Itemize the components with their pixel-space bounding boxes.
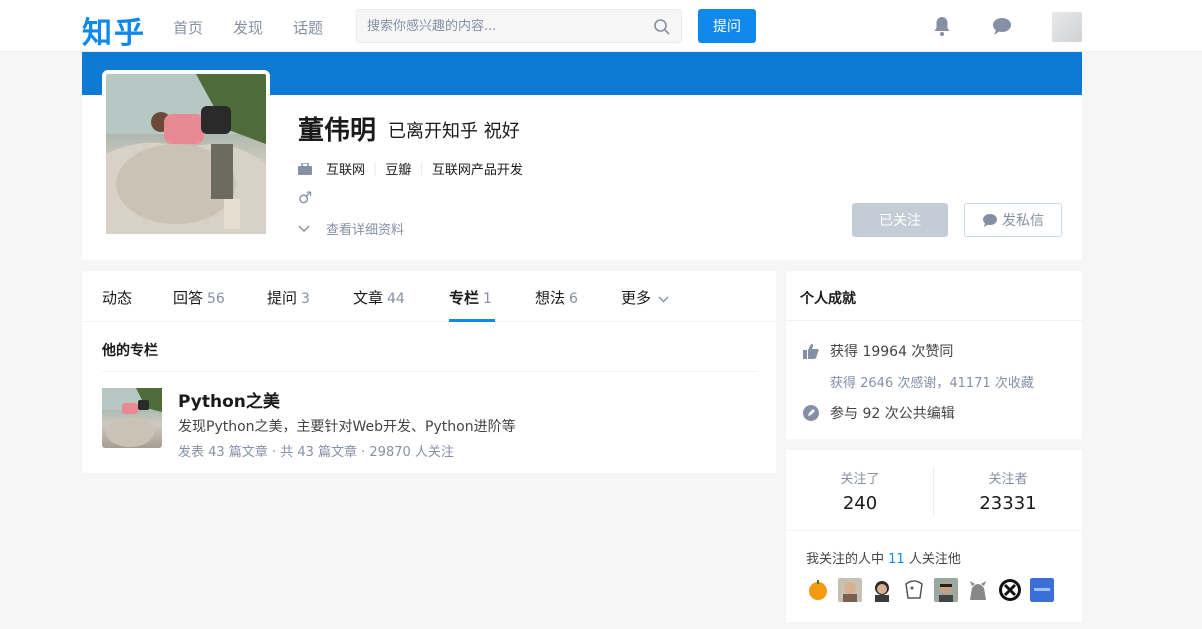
profile-company: 豆瓣 <box>385 163 412 178</box>
achievements-title: 个人成就 <box>800 291 856 307</box>
column-description: 发现Python之美，主要针对Web开发、Python进阶等 <box>178 419 516 435</box>
send-message-button[interactable]: 发私信 <box>964 203 1062 237</box>
profile-headline: 已离开知乎 祝好 <box>388 121 520 142</box>
following-stat[interactable]: 关注了 240 <box>786 468 934 514</box>
send-message-label: 发私信 <box>1002 213 1044 229</box>
ask-button[interactable]: 提问 <box>698 9 756 43</box>
tab-questions[interactable]: 提问 3 <box>267 287 310 308</box>
tab-answers[interactable]: 回答 56 <box>173 287 225 308</box>
follow-card: 关注了 240 关注者 23331 我关注的人中 11 人关注他 <box>786 450 1082 622</box>
profile-industry: 互联网 <box>326 163 366 178</box>
profile-job: 互联网产品开发 <box>431 163 523 178</box>
divider <box>786 320 1082 321</box>
divider <box>786 530 1082 531</box>
followers-count: 23331 <box>979 493 1037 514</box>
main-card: 动态 回答 56 提问 3 文章 44 专栏 1 想法 6 更多 他的专栏 Python之… <box>82 271 776 473</box>
separator: | <box>419 161 424 176</box>
search-input[interactable] <box>357 10 637 42</box>
column-meta: 发表 43 篇文章 · 共 43 篇文章 · 29870 人关注 <box>178 445 454 460</box>
profile-avatar <box>102 70 270 238</box>
bell-icon[interactable] <box>930 14 954 38</box>
thumbs-up-icon <box>803 343 819 359</box>
nav-home[interactable]: 首页 <box>173 17 203 38</box>
profile-photo <box>106 74 266 234</box>
achievements-card: 个人成就 获得 19964 次赞同 获得 2646 次感谢，41171 次收藏 … <box>786 271 1082 439</box>
profile-name: 董伟明 <box>298 116 377 146</box>
followers-label: 关注者 <box>988 472 1028 487</box>
view-details-link[interactable]: 查看详细资料 <box>298 219 404 238</box>
profile-work-row: 互联网 | 豆瓣 | 互联网产品开发 <box>298 159 523 178</box>
nav-discover[interactable]: 发现 <box>233 17 263 38</box>
view-details-label: 查看详细资料 <box>326 223 405 238</box>
columns-section-title: 他的专栏 <box>102 343 158 359</box>
mutual-avatars <box>806 578 1054 602</box>
tab-more[interactable]: 更多 <box>621 287 669 308</box>
avatar[interactable] <box>838 578 862 602</box>
tab-columns[interactable]: 专栏 1 <box>449 287 492 308</box>
briefcase-icon <box>298 162 312 175</box>
avatar[interactable] <box>1030 578 1054 602</box>
column-thumbnail[interactable] <box>102 388 162 448</box>
thanks-text: 获得 2646 次感谢，41171 次收藏 <box>830 376 1034 391</box>
active-tab-indicator <box>449 319 495 322</box>
avatar[interactable] <box>870 578 894 602</box>
followers-stat[interactable]: 关注者 23331 <box>934 468 1082 514</box>
user-avatar[interactable] <box>1052 12 1082 42</box>
tab-articles[interactable]: 文章 44 <box>353 287 405 308</box>
gender-icon: ♂ <box>298 188 313 207</box>
column-thumbnail-image <box>102 388 162 447</box>
avatar[interactable] <box>966 578 990 602</box>
search-box <box>356 9 682 43</box>
search-icon[interactable] <box>653 18 671 36</box>
achievement-likes: 获得 19964 次赞同 <box>802 341 953 361</box>
following-label: 关注了 <box>840 472 880 487</box>
avatar[interactable] <box>902 578 926 602</box>
separator: | <box>373 161 378 176</box>
edit-icon <box>803 405 819 421</box>
profile-header: 董伟明 已离开知乎 祝好 互联网 | 豆瓣 | 互联网产品开发 ♂ 查看详细资料… <box>82 52 1082 260</box>
tab-thoughts[interactable]: 想法 6 <box>535 287 578 308</box>
avatar[interactable] <box>806 578 830 602</box>
mutual-count[interactable]: 11 <box>888 552 905 567</box>
profile-tabs: 动态 回答 56 提问 3 文章 44 专栏 1 想法 6 更多 <box>82 271 776 322</box>
message-icon <box>983 214 997 227</box>
nav-topics[interactable]: 话题 <box>293 17 323 38</box>
column-title[interactable]: Python之美 <box>178 387 280 412</box>
message-icon[interactable] <box>990 14 1014 38</box>
mutual-followers-text: 我关注的人中 11 人关注他 <box>806 552 961 567</box>
tab-activity[interactable]: 动态 <box>102 287 132 308</box>
top-nav: 知乎 首页 发现 话题 提问 <box>0 0 1202 52</box>
following-count: 240 <box>842 493 878 514</box>
achievement-edits: 参与 92 次公共编辑 <box>802 403 955 423</box>
likes-text: 获得 19964 次赞同 <box>830 344 954 360</box>
chevron-down-icon <box>658 296 669 303</box>
avatar[interactable] <box>934 578 958 602</box>
avatar[interactable] <box>998 578 1022 602</box>
photo-illustration <box>106 74 266 234</box>
divider <box>102 371 758 372</box>
chevron-down-icon <box>298 224 310 232</box>
edits-text: 参与 92 次公共编辑 <box>830 406 955 422</box>
followed-button[interactable]: 已关注 <box>852 203 948 237</box>
zhihu-logo[interactable]: 知乎 <box>82 8 146 52</box>
